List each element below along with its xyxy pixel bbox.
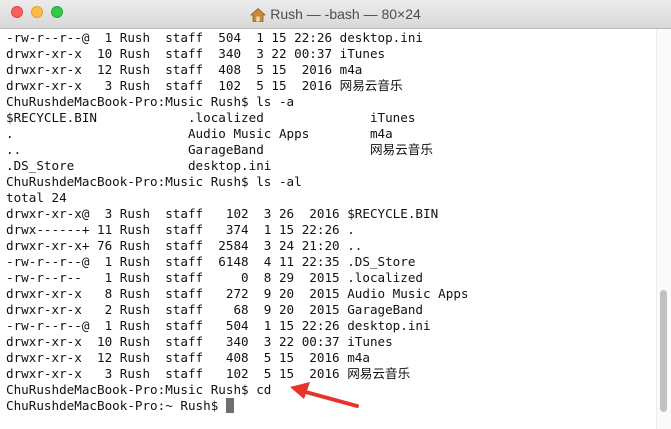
terminal-line: drwxr-xr-x 8 Rush staff 272 9 20 2015 Au…: [6, 286, 469, 301]
current-prompt: ChuRushdeMacBook-Pro:~ Rush$: [6, 398, 226, 413]
terminal-line: .. GarageBand 网易云音乐: [6, 142, 433, 157]
terminal-line: drwxr-xr-x@ 3 Rush staff 102 3 26 2016 $…: [6, 206, 439, 221]
terminal-line: drwxr-xr-x 3 Rush staff 102 5 15 2016 网易…: [6, 366, 411, 381]
home-folder-icon: [250, 8, 267, 23]
terminal-line: drwxr-xr-x+ 76 Rush staff 2584 3 24 21:2…: [6, 238, 363, 253]
prompt-line: ChuRushdeMacBook-Pro:Music Rush$ ls -a: [6, 94, 295, 109]
terminal-line: drwx------+ 11 Rush staff 374 1 15 22:26…: [6, 222, 355, 237]
prompt-line: ChuRushdeMacBook-Pro:Music Rush$ cd: [6, 382, 272, 397]
window-title: Rush — -bash — 80×24: [270, 6, 421, 22]
terminal-line: -rw-r--r-- 1 Rush staff 0 8 29 2015 .loc…: [6, 270, 424, 285]
terminal-line: -rw-r--r--@ 1 Rush staff 6148 4 11 22:35…: [6, 254, 416, 269]
text-cursor: [225, 398, 234, 413]
prompt-line: ChuRushdeMacBook-Pro:Music Rush$ ls -al: [6, 174, 302, 189]
terminal-line: drwxr-xr-x 12 Rush staff 408 5 15 2016 m…: [6, 350, 370, 365]
title-bar[interactable]: Rush — -bash — 80×24: [0, 0, 671, 29]
terminal-line: . Audio Music Apps m4a: [6, 126, 393, 141]
terminal-line: drwxr-xr-x 10 Rush staff 340 3 22 00:37 …: [6, 46, 386, 61]
terminal-line: drwxr-xr-x 2 Rush staff 68 9 20 2015 Gar…: [6, 302, 424, 317]
terminal-line: drwxr-xr-x 3 Rush staff 102 5 15 2016 网易…: [6, 78, 403, 93]
terminal-line: -rw-r--r--@ 1 Rush staff 504 1 15 22:26 …: [6, 318, 431, 333]
terminal-output[interactable]: -rw-r--r--@ 1 Rush staff 504 1 15 22:26 …: [0, 29, 652, 429]
scrollbar-thumb[interactable]: [660, 290, 667, 412]
terminal-line: -rw-r--r--@ 1 Rush staff 504 1 15 22:26 …: [6, 30, 424, 45]
terminal-line: $RECYCLE.BIN .localized iTunes: [6, 110, 416, 125]
terminal-line: drwxr-xr-x 10 Rush staff 340 3 22 00:37 …: [6, 334, 393, 349]
terminal-line: drwxr-xr-x 12 Rush staff 408 5 15 2016 m…: [6, 62, 363, 77]
terminal-line: total 24: [6, 190, 67, 205]
terminal-line: .DS_Store desktop.ini: [6, 158, 272, 173]
terminal-window: Rush — -bash — 80×24 -rw-r--r--@ 1 Rush …: [0, 0, 671, 429]
window-title-container: Rush — -bash — 80×24: [0, 0, 671, 28]
current-prompt-line[interactable]: ChuRushdeMacBook-Pro:~ Rush$: [6, 398, 234, 414]
